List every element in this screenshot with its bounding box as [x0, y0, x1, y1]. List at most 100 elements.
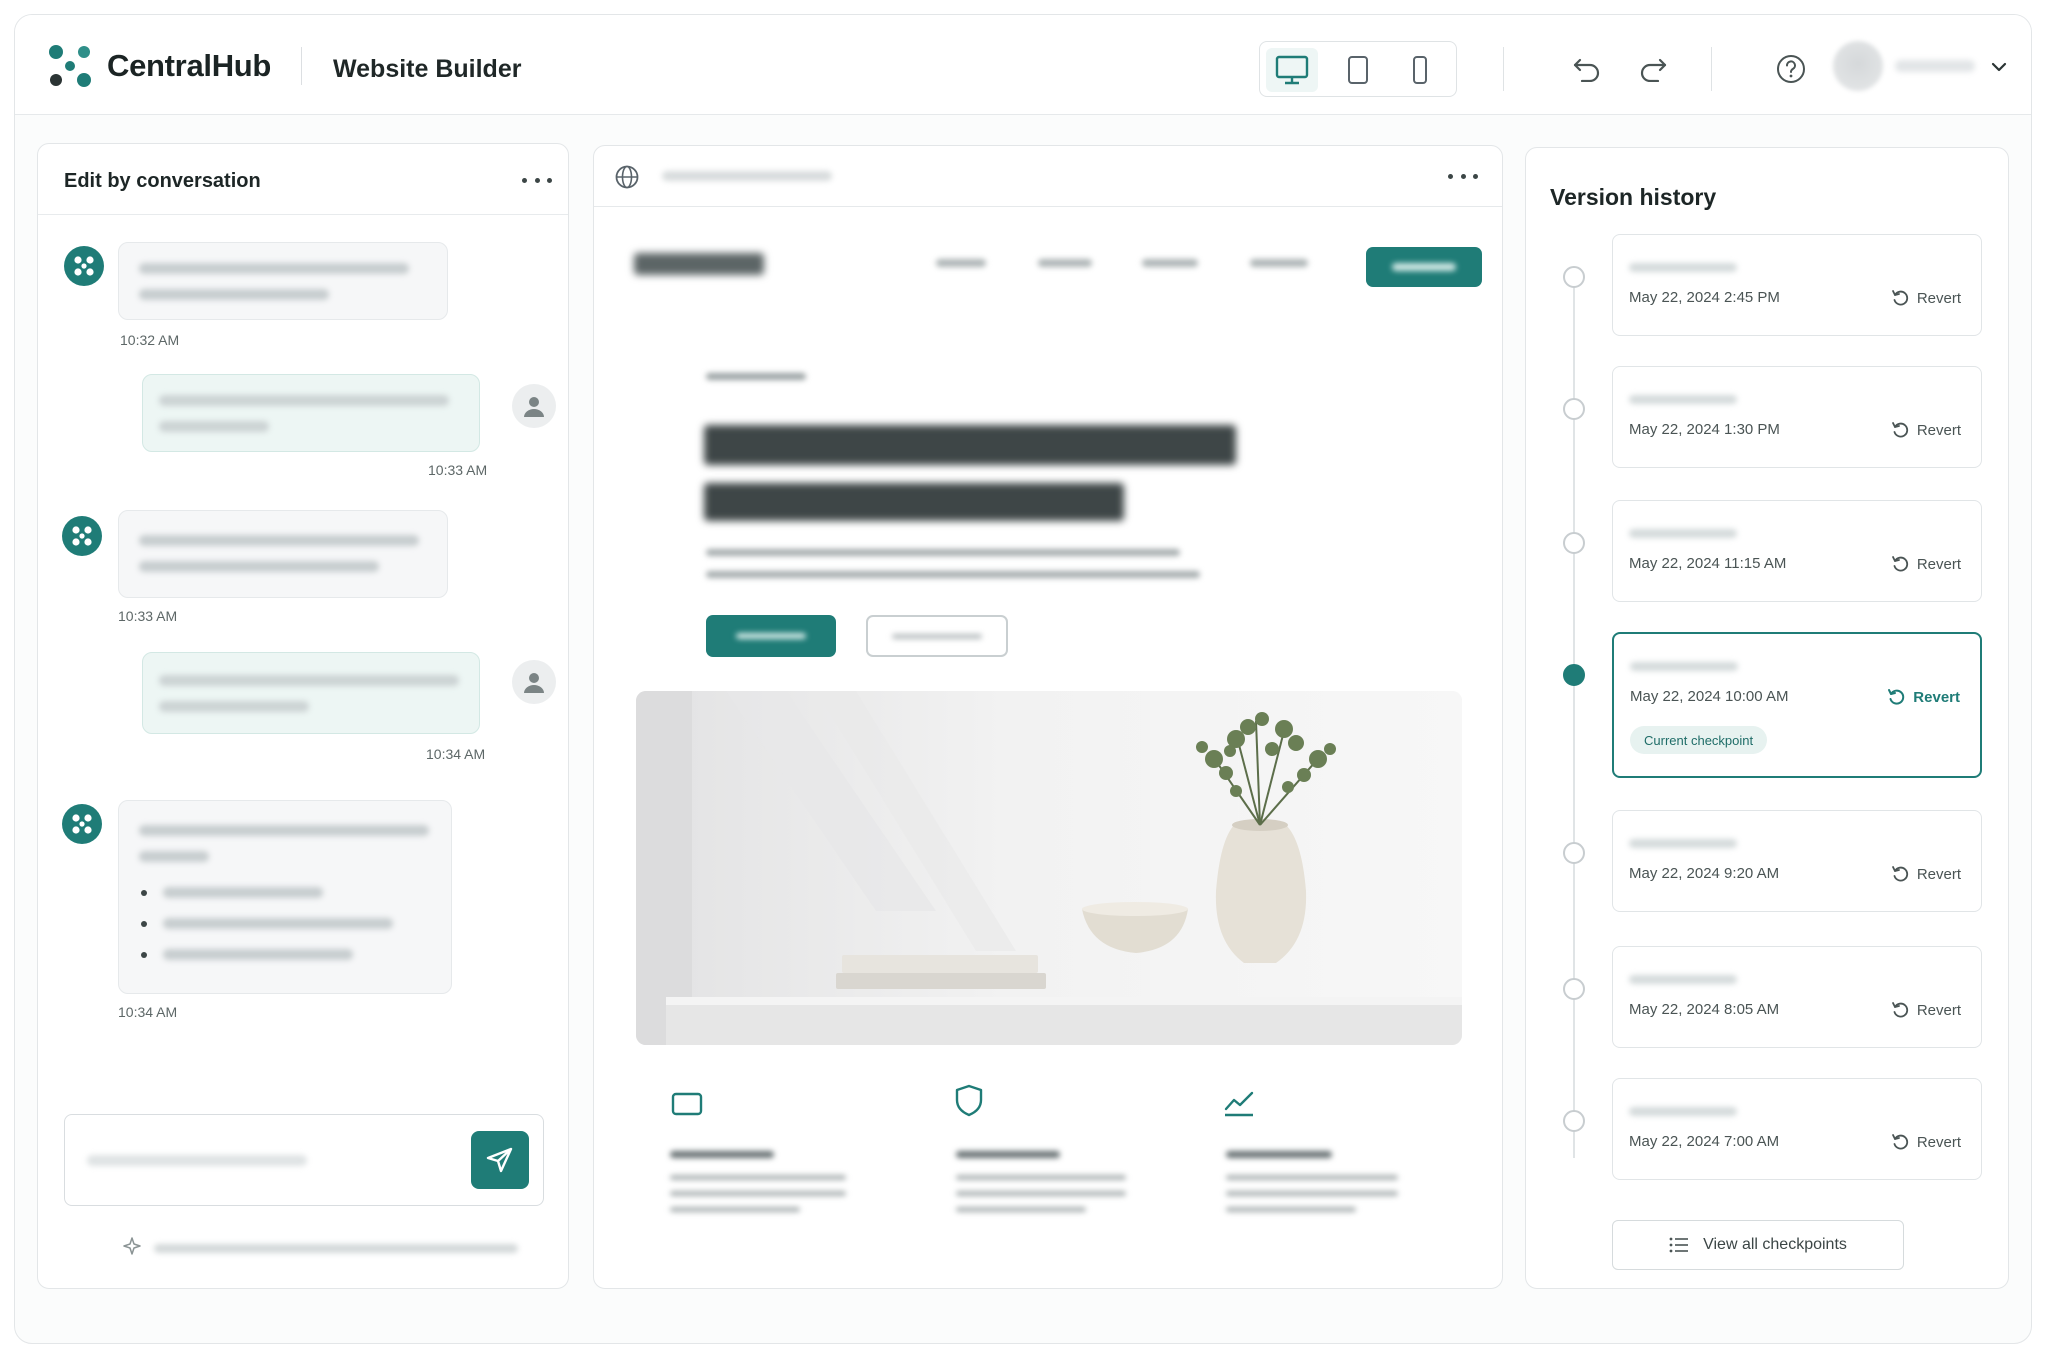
undo-button[interactable]	[1567, 49, 1607, 89]
version-date: May 22, 2024 7:00 AM	[1629, 1133, 1780, 1150]
chat-menu-button[interactable]	[522, 170, 552, 190]
site-preview	[594, 207, 1502, 1289]
desktop-view-button[interactable]	[1266, 48, 1318, 92]
redo-icon	[1640, 58, 1667, 82]
tablet-view-button[interactable]	[1332, 48, 1384, 92]
version-card-current[interactable]: May 22, 2024 10:00 AM Revert Current che…	[1612, 632, 1982, 778]
version-date: May 22, 2024 1:30 PM	[1629, 421, 1780, 438]
person-icon	[524, 397, 544, 417]
revert-label: Revert	[1916, 1133, 1961, 1151]
revert-button[interactable]: Revert	[1891, 555, 1961, 573]
feature-text	[670, 1191, 846, 1196]
version-history-title: Version history	[1550, 184, 1717, 210]
mobile-view-button[interactable]	[1394, 48, 1446, 92]
brand-name[interactable]: CentralHub	[107, 48, 271, 84]
timeline-dot	[1563, 842, 1585, 864]
site-logo	[634, 253, 764, 275]
revert-button[interactable]: Revert	[1891, 1133, 1961, 1151]
chat-input[interactable]	[64, 1114, 544, 1206]
version-card[interactable]: May 22, 2024 9:20 AM Revert	[1612, 810, 1982, 912]
assistant-logo-icon	[72, 526, 92, 546]
revert-label: Revert	[1916, 865, 1961, 883]
message-time: 10:33 AM	[118, 608, 178, 624]
feature-text	[670, 1207, 800, 1212]
device-switcher	[1259, 41, 1457, 97]
revert-icon	[1891, 556, 1908, 572]
person-icon	[524, 673, 544, 693]
revert-label: Revert	[1916, 289, 1961, 307]
revert-label: Revert	[1913, 688, 1960, 706]
timeline-dot	[1563, 978, 1585, 1000]
version-card[interactable]: May 22, 2024 7:00 AM Revert	[1612, 1078, 1982, 1180]
help-icon	[1777, 55, 1805, 83]
timeline-dot	[1563, 266, 1585, 288]
feature-text	[1226, 1175, 1398, 1180]
mobile-icon	[1413, 56, 1427, 84]
revert-button[interactable]: Revert	[1887, 688, 1960, 706]
revert-button[interactable]: Revert	[1891, 1001, 1961, 1019]
url-text[interactable]	[662, 171, 832, 181]
version-card[interactable]: May 22, 2024 8:05 AM Revert	[1612, 946, 1982, 1048]
version-history-panel: Version history May 22, 2024 2:45 PM Rev…	[1525, 147, 2009, 1289]
tablet-icon	[1348, 56, 1368, 84]
revert-button[interactable]: Revert	[1891, 865, 1961, 883]
preview-panel	[593, 145, 1503, 1289]
assistant-logo-icon	[74, 256, 94, 276]
revert-icon	[1891, 1002, 1908, 1018]
revert-label: Revert	[1916, 1001, 1961, 1019]
site-nav-link	[1250, 259, 1308, 267]
redo-button[interactable]	[1633, 49, 1673, 89]
help-button[interactable]	[1771, 49, 1811, 89]
revert-icon	[1891, 422, 1908, 438]
hero-eyebrow	[706, 373, 806, 380]
centralhub-logo-icon	[49, 45, 91, 87]
revert-icon	[1888, 689, 1905, 705]
feature-text	[1226, 1207, 1356, 1212]
assistant-avatar	[62, 516, 102, 556]
hero-body-line	[706, 549, 1180, 556]
revert-icon	[1891, 290, 1908, 306]
user-avatar[interactable]	[1833, 41, 1883, 91]
feature-title	[670, 1151, 774, 1158]
paper-plane-icon	[486, 1147, 513, 1173]
feature-text	[956, 1191, 1126, 1196]
hero-secondary-button	[866, 615, 1008, 657]
tablet-icon	[671, 1092, 703, 1116]
user-message	[142, 374, 480, 452]
timeline-dot-current	[1563, 664, 1585, 686]
assistant-message	[118, 800, 452, 994]
assistant-message	[118, 510, 448, 598]
site-nav-link	[1038, 259, 1092, 267]
user-name	[1895, 60, 1975, 72]
version-card[interactable]: May 22, 2024 1:30 PM Revert	[1612, 366, 1982, 468]
message-time: 10:32 AM	[120, 332, 180, 348]
revert-button[interactable]: Revert	[1891, 289, 1961, 307]
view-all-checkpoints-button[interactable]: View all checkpoints	[1612, 1220, 1904, 1270]
message-time: 10:33 AM	[428, 462, 488, 478]
send-button[interactable]	[471, 1131, 529, 1189]
revert-button[interactable]: Revert	[1891, 421, 1961, 439]
hero-heading-line	[704, 483, 1124, 521]
undo-icon	[1573, 58, 1600, 82]
header-divider	[301, 47, 302, 85]
version-date: May 22, 2024 11:15 AM	[1629, 555, 1787, 572]
top-bar: CentralHub Website Builder	[15, 15, 2031, 115]
message-time: 10:34 AM	[426, 746, 486, 762]
user-avatar	[512, 384, 556, 428]
feature-title	[1226, 1151, 1332, 1158]
version-card[interactable]: May 22, 2024 11:15 AM Revert	[1612, 500, 1982, 602]
chevron-down-icon[interactable]	[1987, 55, 2011, 79]
version-card[interactable]: May 22, 2024 2:45 PM Revert	[1612, 234, 1982, 336]
revert-label: Revert	[1916, 555, 1961, 573]
trend-icon	[1224, 1091, 1254, 1117]
timeline-dot	[1563, 1110, 1585, 1132]
list-icon	[1669, 1237, 1689, 1253]
version-date: May 22, 2024 2:45 PM	[1629, 289, 1780, 306]
user-avatar	[512, 660, 556, 704]
message-time: 10:34 AM	[118, 1004, 178, 1020]
hero-body-line	[706, 571, 1200, 578]
timeline-dot	[1563, 532, 1585, 554]
feature-text	[1226, 1191, 1398, 1196]
app-window: CentralHub Website Builder Edit by conve…	[14, 14, 2032, 1344]
preview-menu-button[interactable]	[1448, 166, 1478, 186]
